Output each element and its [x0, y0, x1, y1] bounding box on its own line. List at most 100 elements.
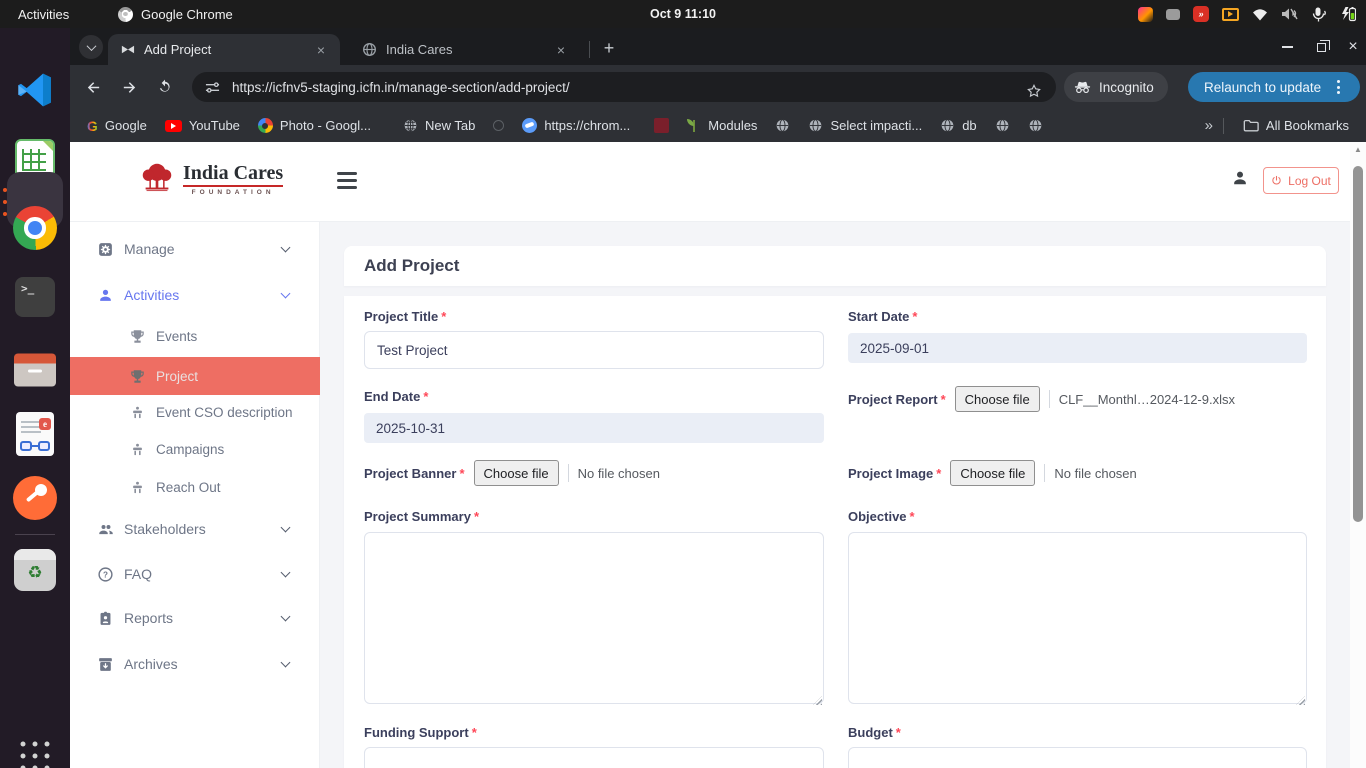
chevron-down-icon [281, 568, 291, 578]
bookmark-youtube[interactable]: YouTube [156, 114, 249, 138]
start-date-label: Start Date* [848, 309, 1307, 324]
report-badge-icon [97, 610, 114, 627]
dock-files-icon[interactable] [14, 354, 56, 387]
relaunch-to-update-button[interactable]: Relaunch to update [1188, 72, 1360, 102]
all-bookmarks-button[interactable]: All Bookmarks [1234, 114, 1358, 138]
dock-postman-icon[interactable] [13, 476, 57, 520]
bow-favicon-icon [120, 42, 135, 57]
project-image-choose-file-button[interactable]: Choose file [950, 460, 1035, 486]
tab-close-icon[interactable]: × [312, 41, 330, 59]
kiosk-icon [130, 405, 145, 420]
start-date-input[interactable] [848, 333, 1307, 363]
sidebar-item-manage[interactable]: Manage [70, 227, 320, 271]
chat-icon[interactable] [1166, 9, 1180, 20]
sidebar-item-archives[interactable]: Archives [70, 642, 320, 686]
kiosk-icon [130, 442, 145, 457]
user-avatar-icon[interactable] [1230, 168, 1250, 193]
dock-show-applications-icon[interactable] [21, 742, 50, 768]
bookmark-modules[interactable]: Modules [678, 114, 766, 138]
more-menu-icon[interactable] [1337, 80, 1340, 94]
sidebar-item-event-cso-description[interactable]: Event CSO description [70, 393, 320, 431]
bookmark-globe-2[interactable] [986, 114, 1019, 138]
budget-input[interactable] [848, 747, 1307, 768]
address-bar[interactable]: https://icfnv5-staging.icfn.in/manage-se… [192, 72, 1056, 102]
start-date-field: Start Date* [848, 309, 1307, 363]
archive-icon [97, 656, 114, 673]
project-image-filename: No file chosen [1054, 466, 1136, 481]
site-logo[interactable]: India Cares Foundation [138, 160, 283, 198]
reload-icon[interactable] [151, 73, 179, 101]
wifi-icon[interactable] [1252, 8, 1268, 21]
project-title-input[interactable] [364, 331, 824, 369]
dock-running-dot [3, 212, 7, 216]
tab-search-button[interactable] [79, 35, 103, 59]
folder-icon [1243, 119, 1259, 132]
project-summary-textarea[interactable] [364, 532, 824, 704]
bookmark-new-tab[interactable]: New Tab [394, 114, 484, 138]
objective-field: Objective* [848, 509, 1307, 709]
incognito-icon [1074, 81, 1091, 94]
scrollbar-thumb[interactable] [1353, 166, 1363, 522]
back-icon[interactable] [79, 73, 107, 101]
bookmark-globe-3[interactable] [1019, 114, 1052, 138]
tab-divider [589, 41, 590, 58]
sidebar-item-reports[interactable]: Reports [70, 596, 320, 640]
microphone-icon[interactable] [1311, 7, 1326, 22]
dock-chrome-icon[interactable] [13, 206, 57, 250]
sidebar-item-campaigns[interactable]: Campaigns [70, 430, 320, 468]
scroll-up-icon[interactable]: ▲ [1350, 145, 1366, 154]
dock-trash-icon[interactable]: ♻ [14, 549, 56, 591]
funding-support-input[interactable] [364, 747, 824, 768]
site-settings-icon[interactable] [205, 80, 220, 95]
bookmark-star-icon[interactable] [1020, 77, 1048, 105]
record-icon[interactable]: » [1193, 6, 1209, 22]
sidebar-item-faq[interactable]: ? FAQ [70, 552, 320, 596]
page-title-card: Add Project [344, 246, 1326, 286]
battery-charging-icon[interactable] [1339, 6, 1356, 22]
dock-document-viewer-icon[interactable]: e [16, 412, 54, 456]
dock-terminal-icon[interactable]: >_ [15, 277, 55, 317]
window-close-button[interactable]: × [1342, 36, 1364, 58]
project-banner-choose-file-button[interactable]: Choose file [474, 460, 559, 486]
dock: >_ e ♻ [0, 28, 70, 768]
tab-close-icon[interactable]: × [552, 41, 570, 59]
bookmark-select-impact[interactable]: Select impacti... [799, 114, 931, 138]
chevron-down-icon [281, 658, 291, 668]
bookmark-chrome-link[interactable]: https://chrom... [513, 114, 639, 138]
logout-button[interactable]: Log Out [1263, 167, 1339, 194]
new-tab-button[interactable]: + [597, 36, 621, 60]
sidebar-item-stakeholders[interactable]: Stakeholders [70, 507, 320, 551]
page-viewport: India Cares Foundation Log Out [70, 142, 1366, 768]
prism-icon[interactable] [1138, 7, 1153, 22]
bookmarks-overflow-icon[interactable]: » [1205, 117, 1213, 134]
tab-add-project[interactable]: Add Project × [108, 34, 340, 65]
screenshare-icon[interactable] [1222, 8, 1239, 21]
url-text[interactable]: https://icfnv5-staging.icfn.in/manage-se… [232, 80, 570, 95]
bookmark-google[interactable]: GGoogle [78, 114, 156, 138]
window-restore-button[interactable] [1310, 36, 1332, 58]
end-date-input[interactable] [364, 413, 824, 443]
bookmark-bajaj[interactable] [645, 114, 678, 138]
tab-india-cares[interactable]: India Cares × [350, 34, 580, 65]
bookmark-photos[interactable]: Photo - Googl... [249, 114, 380, 138]
sidebar-item-project[interactable]: Project [70, 357, 320, 395]
file-divider [1044, 464, 1045, 482]
globe-icon [775, 118, 790, 133]
sidebar-item-activities[interactable]: Activities [70, 273, 320, 317]
chevron-down-icon [86, 41, 96, 51]
forward-icon[interactable] [115, 73, 143, 101]
project-report-choose-file-button[interactable]: Choose file [955, 386, 1040, 412]
recycle-icon: ♻ [14, 559, 56, 587]
bookmark-globe-1[interactable] [766, 114, 799, 138]
window-minimize-button[interactable] [1276, 36, 1298, 58]
volume-muted-icon[interactable] [1281, 7, 1298, 21]
objective-textarea[interactable] [848, 532, 1307, 704]
bookmark-blank[interactable] [484, 114, 513, 138]
kiosk-icon [130, 480, 145, 495]
dock-vscode-icon[interactable] [15, 70, 55, 110]
sidebar-toggle-hamburger-icon[interactable] [337, 172, 357, 189]
brand-tagline: Foundation [192, 189, 275, 196]
bookmark-db[interactable]: db [931, 114, 985, 138]
sidebar-item-reach-out[interactable]: Reach Out [70, 468, 320, 506]
sidebar-item-events[interactable]: Events [70, 317, 320, 355]
